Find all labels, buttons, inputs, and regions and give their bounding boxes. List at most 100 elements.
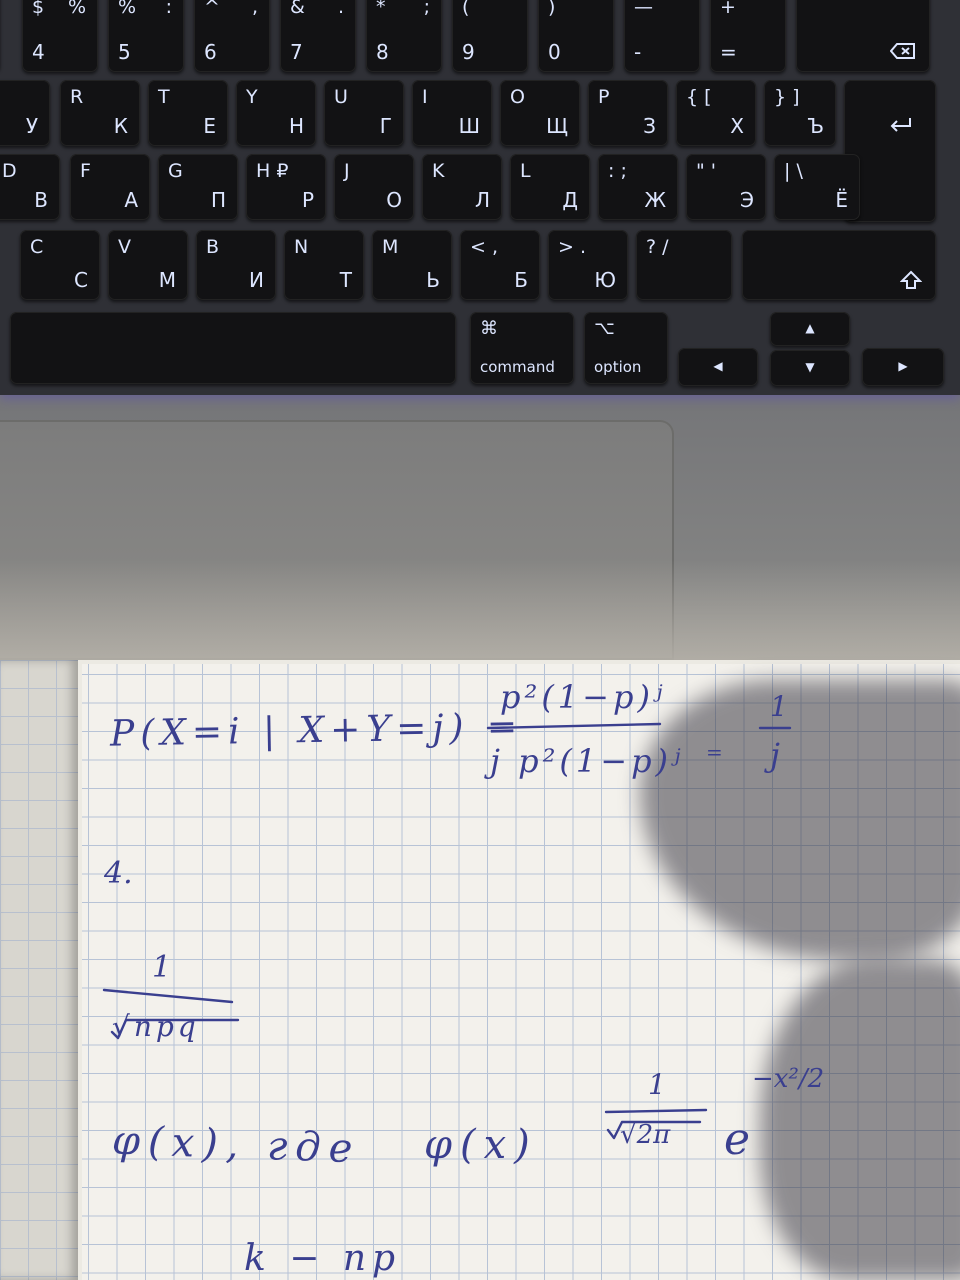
key-top: % <box>118 0 137 18</box>
key-latin: } ] <box>774 86 800 108</box>
key-equals[interactable]: + = <box>710 0 786 72</box>
key-arrow-left[interactable]: ◀ <box>678 348 758 386</box>
key-0[interactable]: ) 0 <box>538 0 614 72</box>
key-p[interactable]: P З <box>588 80 668 146</box>
key-cyr: О <box>386 188 402 212</box>
key-c[interactable]: C С <box>20 230 100 300</box>
key-latin: " ' <box>696 160 717 182</box>
key-y[interactable]: Y Н <box>236 80 316 146</box>
key-arrow-up[interactable]: ▲ <box>770 312 850 346</box>
key-8[interactable]: * ; 8 <box>366 0 442 72</box>
key-top2: ; <box>423 0 430 18</box>
key-latin: I <box>422 86 428 108</box>
key-backslash[interactable]: | \ Ё <box>774 154 860 220</box>
key-latin: { [ <box>686 86 712 108</box>
key-cyr: С <box>74 268 88 292</box>
key-top2: . <box>337 0 344 18</box>
key-slash[interactable]: ? / <box>636 230 732 300</box>
key-top: $ <box>32 0 45 18</box>
key-7[interactable]: & . 7 <box>280 0 356 72</box>
key-delete[interactable] <box>796 0 930 72</box>
key-digit: 4 <box>32 40 45 64</box>
key-quote[interactable]: " ' Э <box>686 154 766 220</box>
key-cyr: Ю <box>594 268 616 292</box>
key-semicolon[interactable]: : ; Ж <box>598 154 678 220</box>
line3-coef-den: √2π <box>620 1120 671 1150</box>
key-comma[interactable]: < , Б <box>460 230 540 300</box>
key-latin: F <box>80 160 91 182</box>
key-arrow-down[interactable]: ▼ <box>770 350 850 386</box>
key-4[interactable]: $ % 4 <box>22 0 98 72</box>
arrow-up-icon: ▲ <box>805 321 815 335</box>
key-u[interactable]: U Г <box>324 80 404 146</box>
key-cyr: У <box>25 114 38 138</box>
key-latin: K <box>432 160 445 182</box>
key-cyr: Д <box>562 188 578 212</box>
key-cyr: Ь <box>426 268 440 292</box>
key-9[interactable]: ( 9 <box>452 0 528 72</box>
arrow-right-icon: ▶ <box>898 359 908 373</box>
key-command[interactable]: ⌘ command <box>470 312 574 384</box>
item-number: 4. <box>104 856 133 891</box>
key-digit: 7 <box>290 40 303 64</box>
return-icon <box>890 118 911 132</box>
key-bracket-left[interactable]: { [ Х <box>676 80 756 146</box>
key-5[interactable]: % : 5 <box>108 0 184 72</box>
key-arrow-right[interactable]: ▶ <box>862 348 944 386</box>
key-cyr: Л <box>474 188 490 212</box>
key-k[interactable]: K Л <box>422 154 502 220</box>
key-b[interactable]: B И <box>196 230 276 300</box>
key-digit: 8 <box>376 40 389 64</box>
key-i[interactable]: I Ш <box>412 80 492 146</box>
key-period[interactable]: > . Ю <box>548 230 628 300</box>
key-top: — <box>634 0 653 18</box>
key-top2: % <box>67 0 86 18</box>
key-top: ( <box>462 0 470 18</box>
key-digit: 0 <box>548 40 561 64</box>
line1-result-num: 1 <box>770 690 788 723</box>
key-cyr: Н <box>288 114 304 138</box>
key-space[interactable] <box>10 312 456 384</box>
key-latin: > . <box>558 236 586 258</box>
key-m[interactable]: M Ь <box>372 230 452 300</box>
key-cyr: Е <box>203 114 216 138</box>
key-latin: V <box>118 236 131 258</box>
key-d[interactable]: D В <box>0 154 60 220</box>
line1-lhs: P(X=i | X+Y=j) = <box>109 706 524 755</box>
keyboard-deck: $ % 4 % : 5 ^ , 6 & . 7 * ; 8 (9) 0 — … <box>0 0 960 395</box>
key-l[interactable]: L Д <box>510 154 590 220</box>
key-cyr: Т <box>339 268 352 292</box>
key-h[interactable]: H ₽ Р <box>246 154 326 220</box>
key-cyr: Щ <box>546 114 568 138</box>
key-option[interactable]: ⌥ option <box>584 312 668 384</box>
key-latin: T <box>158 86 170 108</box>
key-shift-right[interactable] <box>742 230 936 300</box>
key-top: & <box>290 0 305 18</box>
command-label: command <box>480 358 555 376</box>
key-bracket-right[interactable]: } ] Ъ <box>764 80 836 146</box>
key-latin: R <box>70 86 84 108</box>
key-6[interactable]: ^ , 6 <box>194 0 270 72</box>
table-surface <box>0 560 960 670</box>
key-o[interactable]: O Щ <box>500 80 580 146</box>
key-r[interactable]: R К <box>60 80 140 146</box>
key-cyr: Х <box>730 114 744 138</box>
key-g[interactable]: G П <box>158 154 238 220</box>
key-f[interactable]: F А <box>70 154 150 220</box>
key-j[interactable]: J О <box>334 154 414 220</box>
key-cyr: Ш <box>458 114 480 138</box>
key-digit: 6 <box>204 40 217 64</box>
key-digit: 5 <box>118 40 131 64</box>
line3-exponent: −x²/2 <box>752 1064 825 1094</box>
key-v[interactable]: V М <box>108 230 188 300</box>
arrow-left-icon: ◀ <box>713 359 723 373</box>
key-n[interactable]: N Т <box>284 230 364 300</box>
key-e[interactable]: У <box>0 80 50 146</box>
key-cyr: Ъ <box>807 114 824 138</box>
notebook: P(X=i | X+Y=j) = p²(1−p)ʲ j p²(1−p)ʲ = 1… <box>0 660 960 1280</box>
line1-eq: = <box>706 740 723 764</box>
key-latin: H ₽ <box>256 160 289 182</box>
key-t[interactable]: T Е <box>148 80 228 146</box>
key-minus[interactable]: — - <box>624 0 700 72</box>
line3-left: φ(x), где <box>111 1117 362 1173</box>
